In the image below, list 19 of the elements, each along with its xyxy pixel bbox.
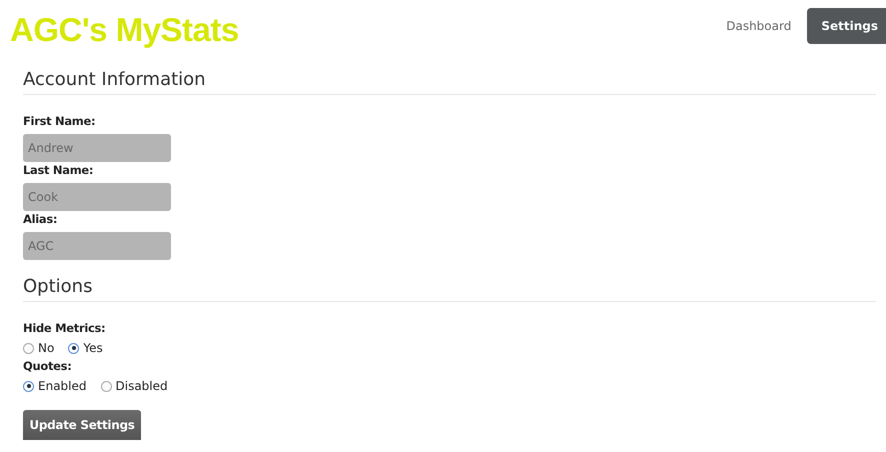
radio-button[interactable] — [23, 342, 34, 354]
nav-tab[interactable]: Dashboard — [710, 8, 808, 44]
section-heading: Account Information — [23, 69, 876, 95]
radio-button[interactable] — [100, 380, 112, 392]
nav-tab[interactable]: Settings — [807, 8, 886, 44]
field-label: Alias: — [23, 212, 58, 226]
radio-label[interactable]: Disabled — [116, 379, 168, 393]
field-label: First Name: — [23, 114, 96, 128]
update-settings-button[interactable]: Update Settings — [23, 410, 141, 440]
radio-label[interactable]: No — [38, 341, 54, 355]
field-label: Quotes: — [23, 359, 73, 373]
radio-label[interactable]: Yes — [83, 341, 103, 355]
radio-button[interactable] — [68, 342, 80, 354]
section-heading: Options — [23, 276, 876, 302]
field-label: Hide Metrics: — [23, 321, 106, 335]
radio-button[interactable] — [23, 380, 34, 392]
field-label: Last Name: — [23, 163, 94, 177]
radio-label[interactable]: Enabled — [38, 379, 86, 393]
brand-title: AGC's MyStats — [10, 11, 239, 49]
